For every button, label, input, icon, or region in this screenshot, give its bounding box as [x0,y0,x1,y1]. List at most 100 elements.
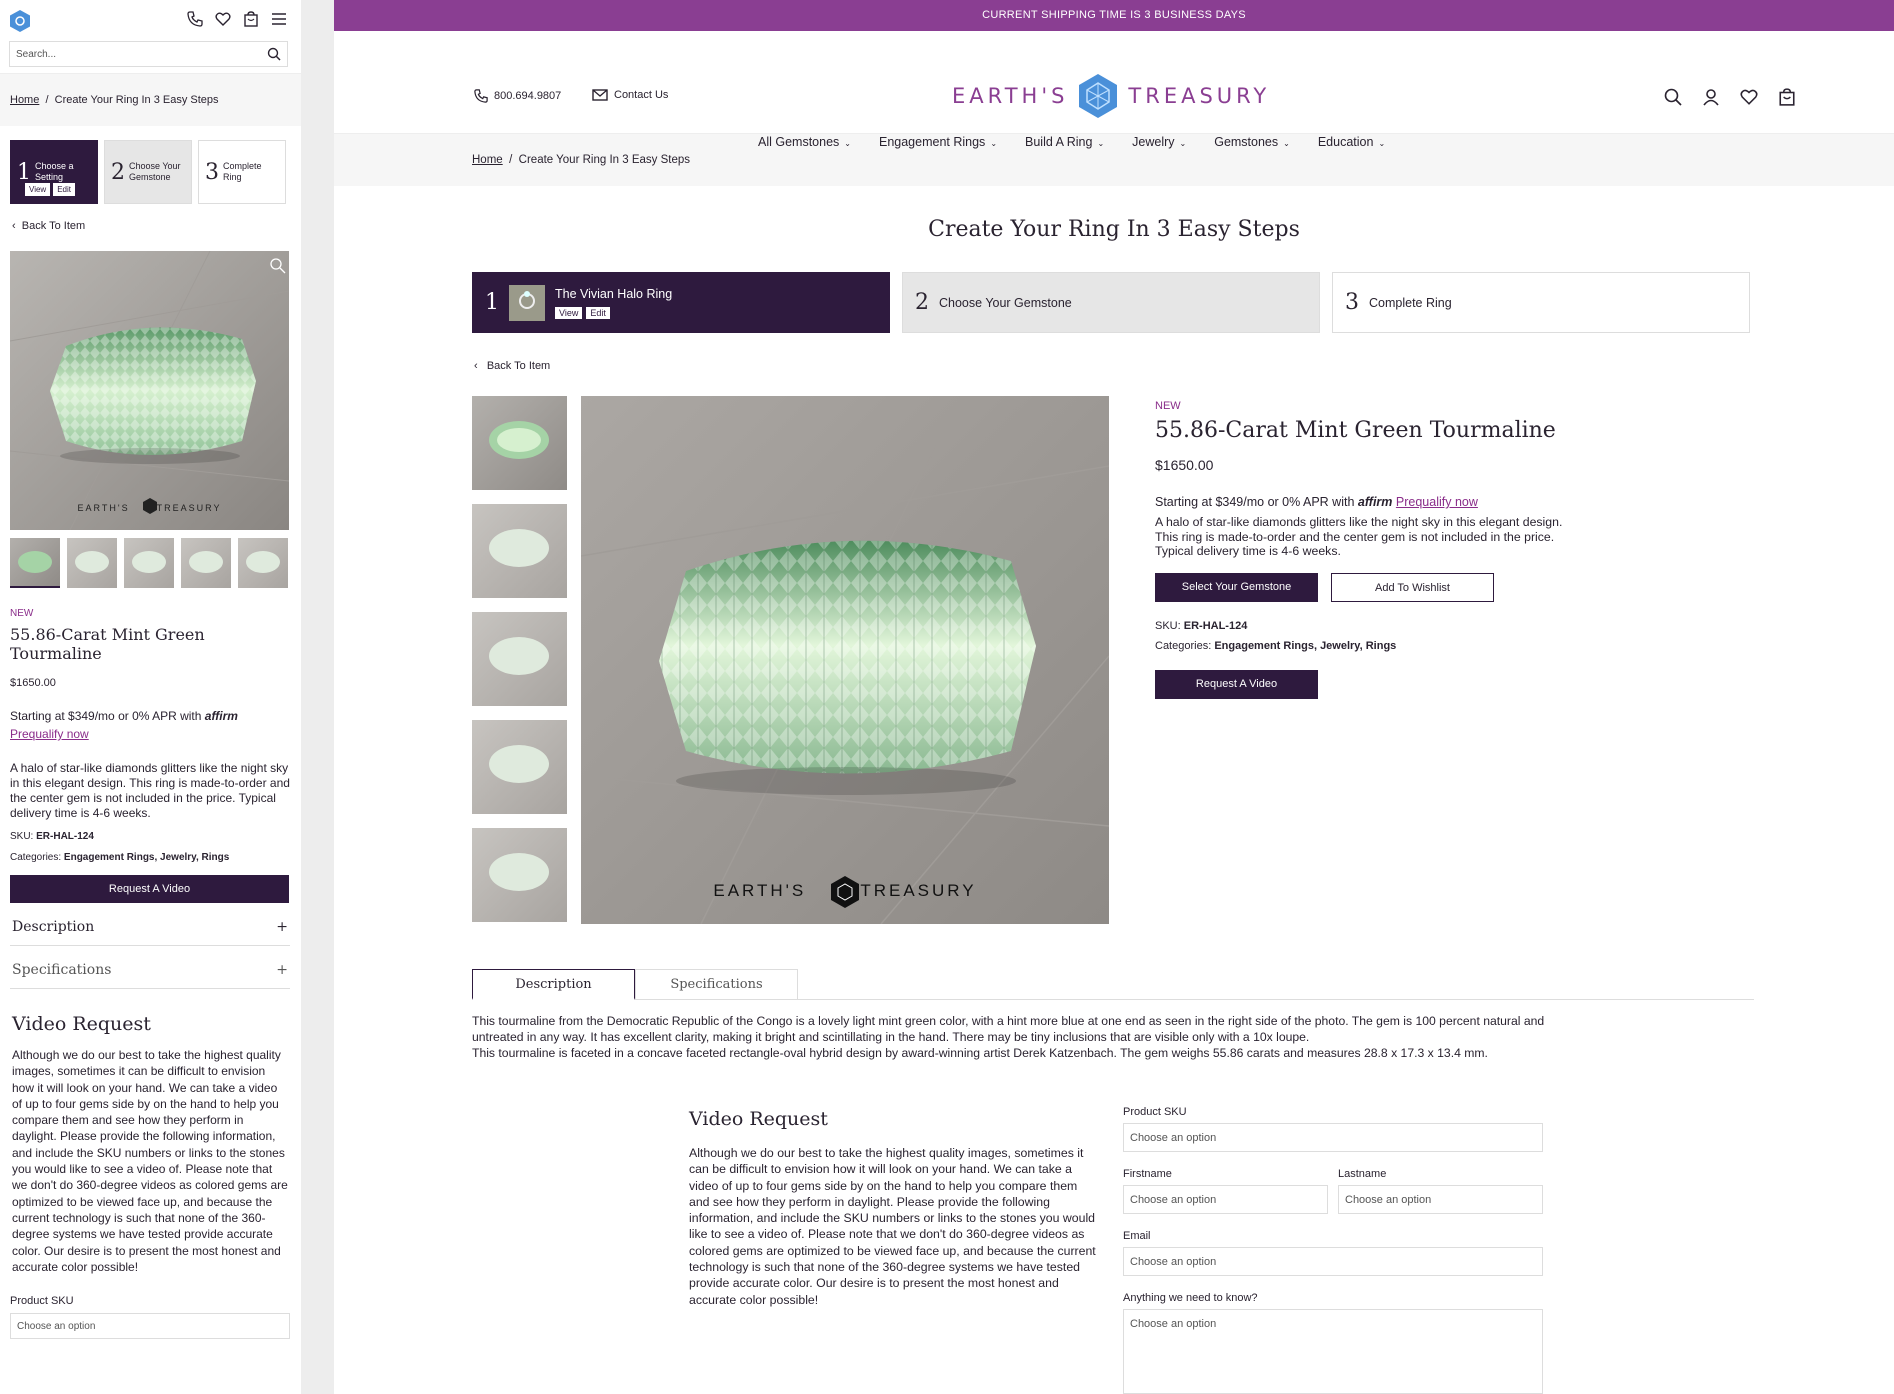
thumbnail[interactable] [67,538,117,588]
nav-item-build-a-ring[interactable]: Build A Ring ⌄ [1025,135,1104,149]
step-label: Choose Your Gemstone [129,161,181,182]
search-icon[interactable] [267,47,281,61]
nav-label: Education [1317,135,1374,149]
chevron-down-icon: ⌄ [1179,139,1187,148]
nav-label: Build A Ring [1025,135,1093,149]
lastname-label: Lastname [1338,1168,1387,1180]
firstname-field[interactable]: Choose an option [1123,1185,1328,1214]
select-gemstone-button[interactable]: Select Your Gemstone [1155,572,1318,602]
thumbnail[interactable] [472,612,567,706]
cart-icon[interactable] [243,11,259,27]
product-sku-select[interactable]: Choose an option [10,1313,290,1340]
step-complete[interactable]: 3 Complete Ring [1332,272,1750,333]
notes-textarea[interactable]: Choose an option [1123,1309,1543,1394]
thumbnail[interactable] [472,828,567,922]
thumbnail[interactable] [472,504,567,598]
plus-icon: + [276,962,288,978]
video-request-form: Product SKU Choose an option Firstname C… [1123,1106,1543,1394]
mail-icon [592,89,608,101]
request-video-button[interactable]: Request A Video [1155,669,1318,699]
nav-label: All Gemstones [758,135,840,149]
edit-button[interactable]: Edit [53,183,75,196]
product-sku-label: Product SKU [10,1295,74,1308]
thumbnail-strip [10,538,288,588]
categories-value[interactable]: Engagement Rings, Jewelry, Rings [64,852,229,863]
nav-item-all-gemstones[interactable]: All Gemstones ⌄ [758,135,851,149]
cart-icon[interactable] [1778,88,1796,106]
back-to-item-link[interactable]: ‹ Back To Item [0,210,301,242]
sku-value: ER-HAL-124 [1183,619,1248,632]
chevron-down-icon: ⌄ [844,139,851,148]
back-label: Back To Item [486,360,551,372]
menu-icon[interactable] [271,11,287,27]
view-button[interactable]: View [555,307,583,319]
ring-steps: 1 The Vivian Halo Ring View Edit 2 Choose… [472,272,1750,333]
view-button[interactable]: View [25,183,51,196]
categories-label: Categories: [10,852,62,863]
categories-value[interactable]: Engagement Rings, Jewelry, Rings [1214,640,1396,652]
nav-item-education[interactable]: Education ⌄ [1318,135,1385,149]
video-request-text: Although we do our best to take the high… [689,1146,1096,1307]
product-sku-label: Product SKU [1123,1106,1187,1118]
description-line: untreated in any way. It has excellent c… [472,1030,1310,1045]
prequalify-link[interactable]: Prequalify now [10,727,89,741]
thumbnail[interactable] [472,396,567,490]
step-number: 2 [915,290,929,315]
notes-label: Anything we need to know? [1123,1292,1258,1304]
mobile-header: Search... [0,0,301,74]
thumbnail[interactable] [124,538,174,588]
nav-item-engagement-rings[interactable]: Engagement Rings ⌄ [879,135,997,149]
accordion-specifications[interactable]: Specifications + [10,946,290,989]
search-input[interactable]: Search... [9,41,288,67]
product-price: $1650.00 [10,677,56,689]
lastname-field[interactable]: Choose an option [1338,1185,1543,1214]
heart-icon[interactable] [1740,88,1758,106]
heart-icon[interactable] [215,11,231,27]
thumbnail[interactable] [472,720,567,814]
nav-item-gemstones[interactable]: Gemstones ⌄ [1214,135,1290,149]
thumbnail[interactable] [238,538,288,588]
prequalify-link[interactable]: Prequalify now [1396,495,1478,509]
accordion-label: Description [12,919,95,935]
step-gemstone[interactable]: 2 Choose Your Gemstone [902,272,1320,333]
video-request-title: Video Request [689,1108,828,1130]
brand-logo[interactable]: EARTH'S TREASURY [952,73,1270,119]
breadcrumb-home[interactable]: Home [472,154,503,166]
product-price: $1650.00 [1155,457,1214,473]
phone-link[interactable]: 800.694.9807 [474,89,561,103]
breadcrumb-current: Create Your Ring In 3 Easy Steps [518,154,690,166]
product-image[interactable]: EARTH'S TREASURY [9,250,290,531]
logo-icon[interactable] [10,10,30,32]
product-sku-select[interactable]: Choose an option [1123,1123,1543,1152]
new-badge: NEW [10,608,34,619]
step-setting[interactable]: 1 Choose a Setting View Edit [10,140,98,204]
step-gemstone[interactable]: 2 Choose Your Gemstone [104,140,192,204]
main-product-image[interactable]: EARTH'S TREASURY [580,395,1110,925]
request-video-button[interactable]: Request A Video [10,875,289,903]
mobile-view: Search... Home / Create Your Ring In 3 E… [0,0,301,1394]
tab-specifications[interactable]: Specifications [635,969,798,1000]
watermark-right: TREASURY [156,503,222,513]
brand-right: TREASURY [1128,84,1271,108]
account-icon[interactable] [1702,88,1720,106]
contact-link[interactable]: Contact Us [592,89,668,101]
phone-number: 800.694.9807 [494,90,562,102]
step-setting[interactable]: 1 The Vivian Halo Ring View Edit [472,272,890,333]
edit-button[interactable]: Edit [586,307,610,319]
breadcrumb-home[interactable]: Home [10,94,39,106]
search-icon[interactable] [1664,88,1682,106]
email-field[interactable]: Choose an option [1123,1247,1543,1276]
step-complete[interactable]: 3 Complete Ring [198,140,286,204]
back-to-item-link[interactable]: ‹ Back To Item [474,360,550,372]
affirm-logo: affirm [1357,495,1393,509]
accordion-description[interactable]: Description + [10,903,290,946]
thumbnail[interactable] [181,538,231,588]
affirm-logo: affirm [204,709,238,723]
nav-item-jewelry[interactable]: Jewelry ⌄ [1132,135,1186,149]
chevron-left-icon: ‹ [12,220,16,232]
breadcrumb-separator: / [45,94,49,106]
add-to-wishlist-button[interactable]: Add To Wishlist [1331,572,1494,602]
thumbnail[interactable] [10,538,60,588]
phone-icon[interactable] [187,11,203,27]
tab-description[interactable]: Description [472,969,635,1000]
